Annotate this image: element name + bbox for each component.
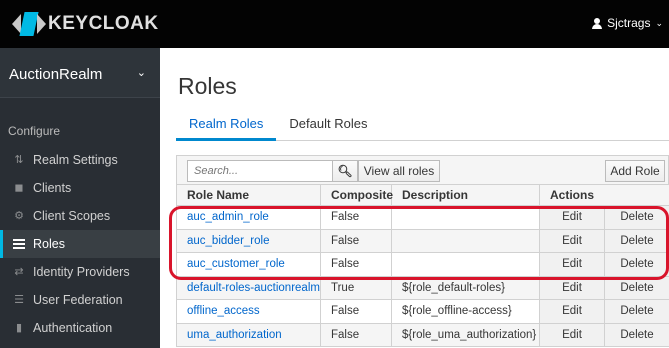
column-header-description[interactable]: Description (391, 184, 540, 206)
table-row: default-roles-auctionrealm True ${role_d… (176, 275, 669, 300)
keycloak-logo-icon (12, 11, 46, 37)
description-cell (391, 205, 540, 230)
sidebar-item-user-federation[interactable]: ☰ User Federation (0, 286, 160, 314)
add-role-button[interactable]: Add Role (605, 160, 665, 182)
composite-cell: False (320, 228, 392, 253)
role-name-link[interactable]: uma_authorization (176, 322, 321, 347)
realm-selector[interactable]: AuctionRealm ⌄ (0, 48, 160, 98)
edit-button[interactable]: Edit (539, 299, 605, 324)
sidebar-item-client-scopes[interactable]: ⚙ Client Scopes (0, 202, 160, 230)
sidebar-item-label: Identity Providers (33, 265, 130, 279)
description-cell: ${role_uma_authorization} (391, 322, 540, 347)
sliders-icon: ⇅ (14, 154, 24, 166)
cube-icon: ◼ (14, 182, 24, 194)
search-icon: 🔍︎ (337, 164, 353, 178)
column-header-composite[interactable]: Composite (320, 184, 393, 206)
roles-table: Role Name Composite Description Actions … (176, 184, 669, 347)
database-icon: ☰ (14, 294, 24, 306)
realm-name: AuctionRealm (9, 66, 103, 83)
composite-cell: False (320, 252, 392, 277)
page-title: Roles (178, 73, 237, 99)
table-row: uma_authorization False ${role_uma_autho… (176, 322, 669, 347)
delete-button[interactable]: Delete (603, 205, 669, 230)
sidebar-item-clients[interactable]: ◼ Clients (0, 174, 160, 202)
view-all-roles-button[interactable]: View all roles (358, 160, 440, 182)
lock-icon: ▮ (15, 322, 23, 334)
table-row: auc_admin_role False Edit Delete (176, 205, 669, 230)
user-name: Sjctrags (607, 16, 651, 30)
main-content: Roles Realm Roles Default Roles 🔍︎ View … (160, 48, 669, 348)
composite-cell: True (320, 275, 392, 300)
sidebar-item-identity-providers[interactable]: ⇄ Identity Providers (0, 258, 160, 286)
cubes-icon: ⚙ (14, 210, 24, 222)
sidebar: AuctionRealm ⌄ Configure ⇅ Realm Setting… (0, 48, 160, 348)
chevron-down-icon: ⌄ (136, 67, 146, 79)
sidebar-item-label: Client Scopes (33, 209, 111, 223)
logo-text: KEYCLOAK (48, 13, 159, 34)
sidebar-item-label: Roles (33, 237, 65, 251)
edit-button[interactable]: Edit (539, 228, 605, 253)
table-header-row: Role Name Composite Description Actions (176, 184, 669, 206)
sidebar-item-label: Authentication (33, 321, 113, 335)
delete-button[interactable]: Delete (603, 228, 669, 253)
exchange-icon: ⇄ (14, 266, 24, 278)
role-name-link[interactable]: default-roles-auctionrealm (176, 275, 321, 300)
sidebar-item-label: Realm Settings (33, 153, 118, 167)
role-name-link[interactable]: auc_customer_role (176, 252, 321, 277)
search-input[interactable] (187, 160, 333, 182)
description-cell: ${role_offline-access} (391, 299, 540, 324)
sidebar-item-authentication[interactable]: ▮ Authentication (0, 314, 160, 342)
sidebar-item-label: Clients (33, 181, 72, 195)
delete-button[interactable]: Delete (603, 322, 669, 347)
role-name-link[interactable]: auc_bidder_role (176, 228, 321, 253)
user-menu[interactable]: Sjctrags ⌄ (592, 16, 663, 30)
chevron-down-icon: ⌄ (655, 17, 663, 28)
description-cell (391, 228, 540, 253)
user-icon (592, 17, 603, 29)
column-header-role-name[interactable]: Role Name (176, 184, 321, 206)
edit-button[interactable]: Edit (539, 252, 605, 277)
top-bar: KEYCLOAK Sjctrags ⌄ (0, 0, 669, 48)
edit-button[interactable]: Edit (539, 275, 605, 300)
sidebar-item-realm-settings[interactable]: ⇅ Realm Settings (0, 146, 160, 174)
list-icon (13, 238, 25, 250)
table-row: auc_customer_role False Edit Delete (176, 252, 669, 277)
search-button[interactable]: 🔍︎ (332, 160, 358, 182)
delete-button[interactable]: Delete (603, 275, 669, 300)
edit-button[interactable]: Edit (539, 205, 605, 230)
tab-bar: Realm Roles Default Roles (176, 106, 669, 141)
delete-button[interactable]: Delete (603, 252, 669, 277)
composite-cell: False (320, 299, 392, 324)
sidebar-item-label: User Federation (33, 293, 123, 307)
composite-cell: False (320, 322, 392, 347)
composite-cell: False (320, 205, 392, 230)
description-cell: ${role_default-roles} (391, 275, 540, 300)
tab-realm-roles[interactable]: Realm Roles (176, 106, 277, 141)
role-name-link[interactable]: auc_admin_role (176, 205, 321, 230)
section-label-configure: Configure (8, 124, 61, 138)
role-name-link[interactable]: offline_access (176, 299, 321, 324)
description-cell (391, 252, 540, 277)
table-row: offline_access False ${role_offline-acce… (176, 299, 669, 324)
tab-default-roles[interactable]: Default Roles (276, 106, 380, 141)
keycloak-logo[interactable]: KEYCLOAK (12, 10, 159, 38)
edit-button[interactable]: Edit (539, 322, 605, 347)
table-row: auc_bidder_role False Edit Delete (176, 228, 669, 253)
delete-button[interactable]: Delete (603, 299, 669, 324)
sidebar-item-roles[interactable]: Roles (0, 230, 160, 258)
column-header-actions: Actions (538, 184, 669, 206)
table-toolbar: 🔍︎ View all roles Add Role (176, 155, 669, 184)
